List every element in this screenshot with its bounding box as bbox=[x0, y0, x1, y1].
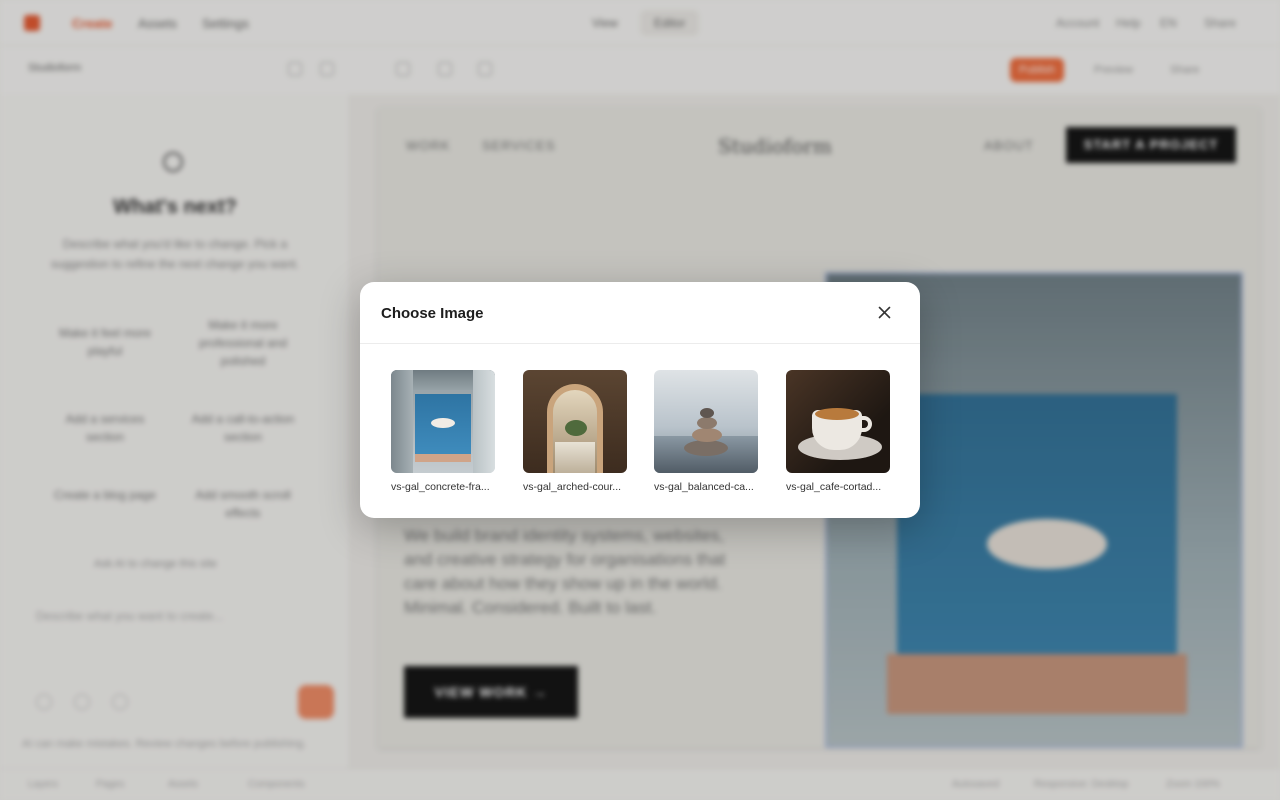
arched-courtyard-thumbnail[interactable] bbox=[523, 370, 627, 473]
choose-image-modal: Choose Image vs-gal_concrete-fra... vs-g… bbox=[360, 282, 920, 518]
cafe-cortado-thumbnail[interactable] bbox=[786, 370, 890, 473]
modal-header: Choose Image bbox=[360, 282, 920, 344]
image-option[interactable]: vs-gal_balanced-ca... bbox=[654, 370, 758, 493]
image-filename: vs-gal_arched-cour... bbox=[523, 481, 622, 493]
image-filename: vs-gal_balanced-ca... bbox=[654, 481, 754, 493]
balanced-cairn-thumbnail[interactable] bbox=[654, 370, 758, 473]
image-option[interactable]: vs-gal_cafe-cortad... bbox=[786, 370, 890, 493]
image-option[interactable]: vs-gal_arched-cour... bbox=[523, 370, 627, 493]
image-filename: vs-gal_concrete-fra... bbox=[391, 481, 490, 493]
close-icon bbox=[878, 306, 891, 319]
close-button[interactable] bbox=[870, 301, 900, 325]
image-filename: vs-gal_cafe-cortad... bbox=[786, 481, 882, 493]
image-option[interactable]: vs-gal_concrete-fra... bbox=[391, 370, 495, 493]
modal-title: Choose Image bbox=[381, 305, 484, 322]
concrete-frame-thumbnail[interactable] bbox=[391, 370, 495, 473]
